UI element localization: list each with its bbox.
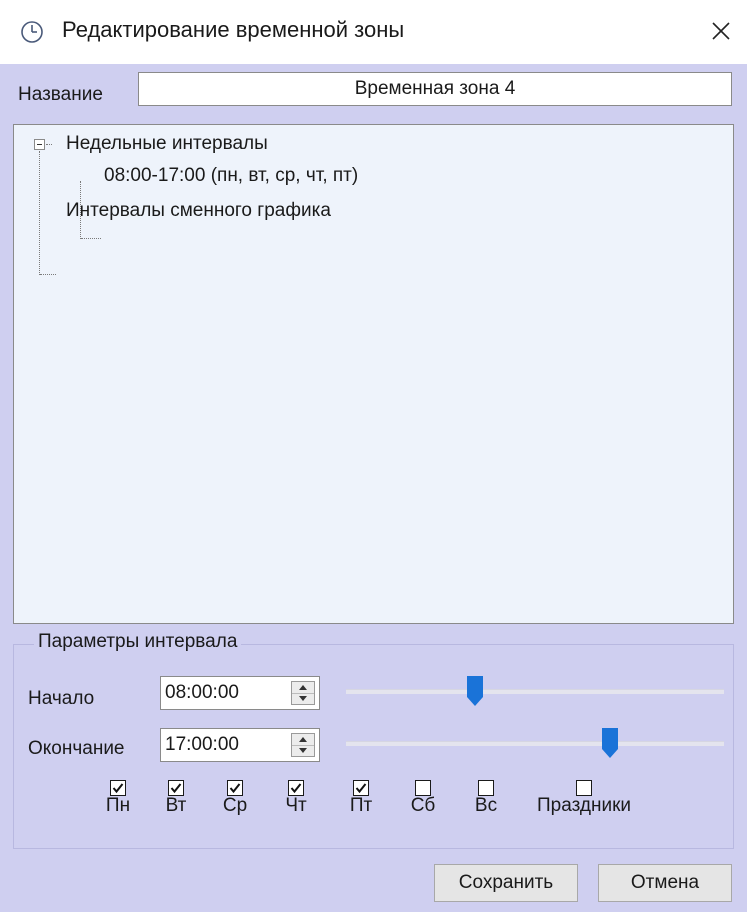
tree-node-weekly-intervals[interactable]: Недельные интервалы [66,133,268,155]
slider-track [346,741,724,746]
slider-thumb[interactable] [467,676,483,706]
day-label: Сб [410,795,436,816]
start-label: Начало [28,688,95,709]
checkbox[interactable] [168,780,184,796]
start-time-input[interactable] [165,680,275,706]
slider-track [346,689,724,694]
checkbox[interactable] [478,780,494,796]
clock-icon [20,20,44,44]
spin-down-icon [299,748,307,753]
checkmark-icon [170,783,182,794]
checkbox[interactable] [576,780,592,796]
end-time-slider[interactable] [346,728,724,758]
tree-line [46,144,52,145]
start-time-field[interactable] [160,676,320,710]
spin-down-icon [299,696,307,701]
start-time-slider[interactable] [346,676,724,706]
close-button[interactable] [704,14,738,48]
checkbox[interactable] [288,780,304,796]
day-checkbox-sun[interactable]: Вс [466,780,506,816]
checkmark-icon [290,783,302,794]
tree-line [39,151,40,275]
end-time-field[interactable] [160,728,320,762]
day-checkbox-fri[interactable]: Пт [341,780,381,816]
window-title: Редактирование временной зоны [62,17,405,42]
day-checkbox-thu[interactable]: Чт [276,780,316,816]
tree-node-interval[interactable]: 08:00-17:00 (пн, вт, ср, чт, пт) [104,165,358,187]
day-label: Праздники [537,795,631,816]
interval-tree[interactable]: Недельные интервалы 08:00-17:00 (пн, вт,… [13,124,734,624]
day-label: Пт [349,795,373,816]
day-label: Пн [105,795,131,816]
tree-line [40,274,56,275]
start-time-spinner[interactable] [291,681,315,705]
day-label: Чт [285,795,307,816]
slider-thumb[interactable] [602,728,618,758]
day-checkbox-wed[interactable]: Ср [215,780,255,816]
name-label: Название [18,84,103,105]
close-icon [712,22,730,40]
checkbox[interactable] [110,780,126,796]
end-time-spinner[interactable] [291,733,315,757]
name-input[interactable] [138,72,732,106]
collapse-toggle-icon[interactable] [34,139,45,150]
checkmark-icon [229,783,241,794]
end-label: Окончание [28,738,125,759]
spin-up-icon [299,737,307,742]
end-time-input[interactable] [165,732,275,758]
checkmark-icon [355,783,367,794]
save-button[interactable]: Сохранить [434,864,578,902]
checkbox[interactable] [415,780,431,796]
day-label: Вс [474,795,498,816]
tree-node-shift-intervals[interactable]: Интервалы сменного графика [66,200,331,222]
day-checkbox-holidays[interactable]: Праздники [524,780,644,816]
dialog-body: Название Недельные интервалы 08:00-17:00… [0,64,747,912]
checkmark-icon [112,783,124,794]
day-checkbox-tue[interactable]: Вт [156,780,196,816]
day-label: Вт [165,795,187,816]
day-checkbox-mon[interactable]: Пн [98,780,138,816]
checkbox[interactable] [227,780,243,796]
title-bar: Редактирование временной зоны [0,0,747,64]
spin-up-icon [299,685,307,690]
cancel-button[interactable]: Отмена [598,864,732,902]
day-label: Ср [222,795,248,816]
checkbox[interactable] [353,780,369,796]
params-legend: Параметры интервала [34,631,242,653]
day-checkbox-sat[interactable]: Сб [403,780,443,816]
tree-line [81,238,101,239]
